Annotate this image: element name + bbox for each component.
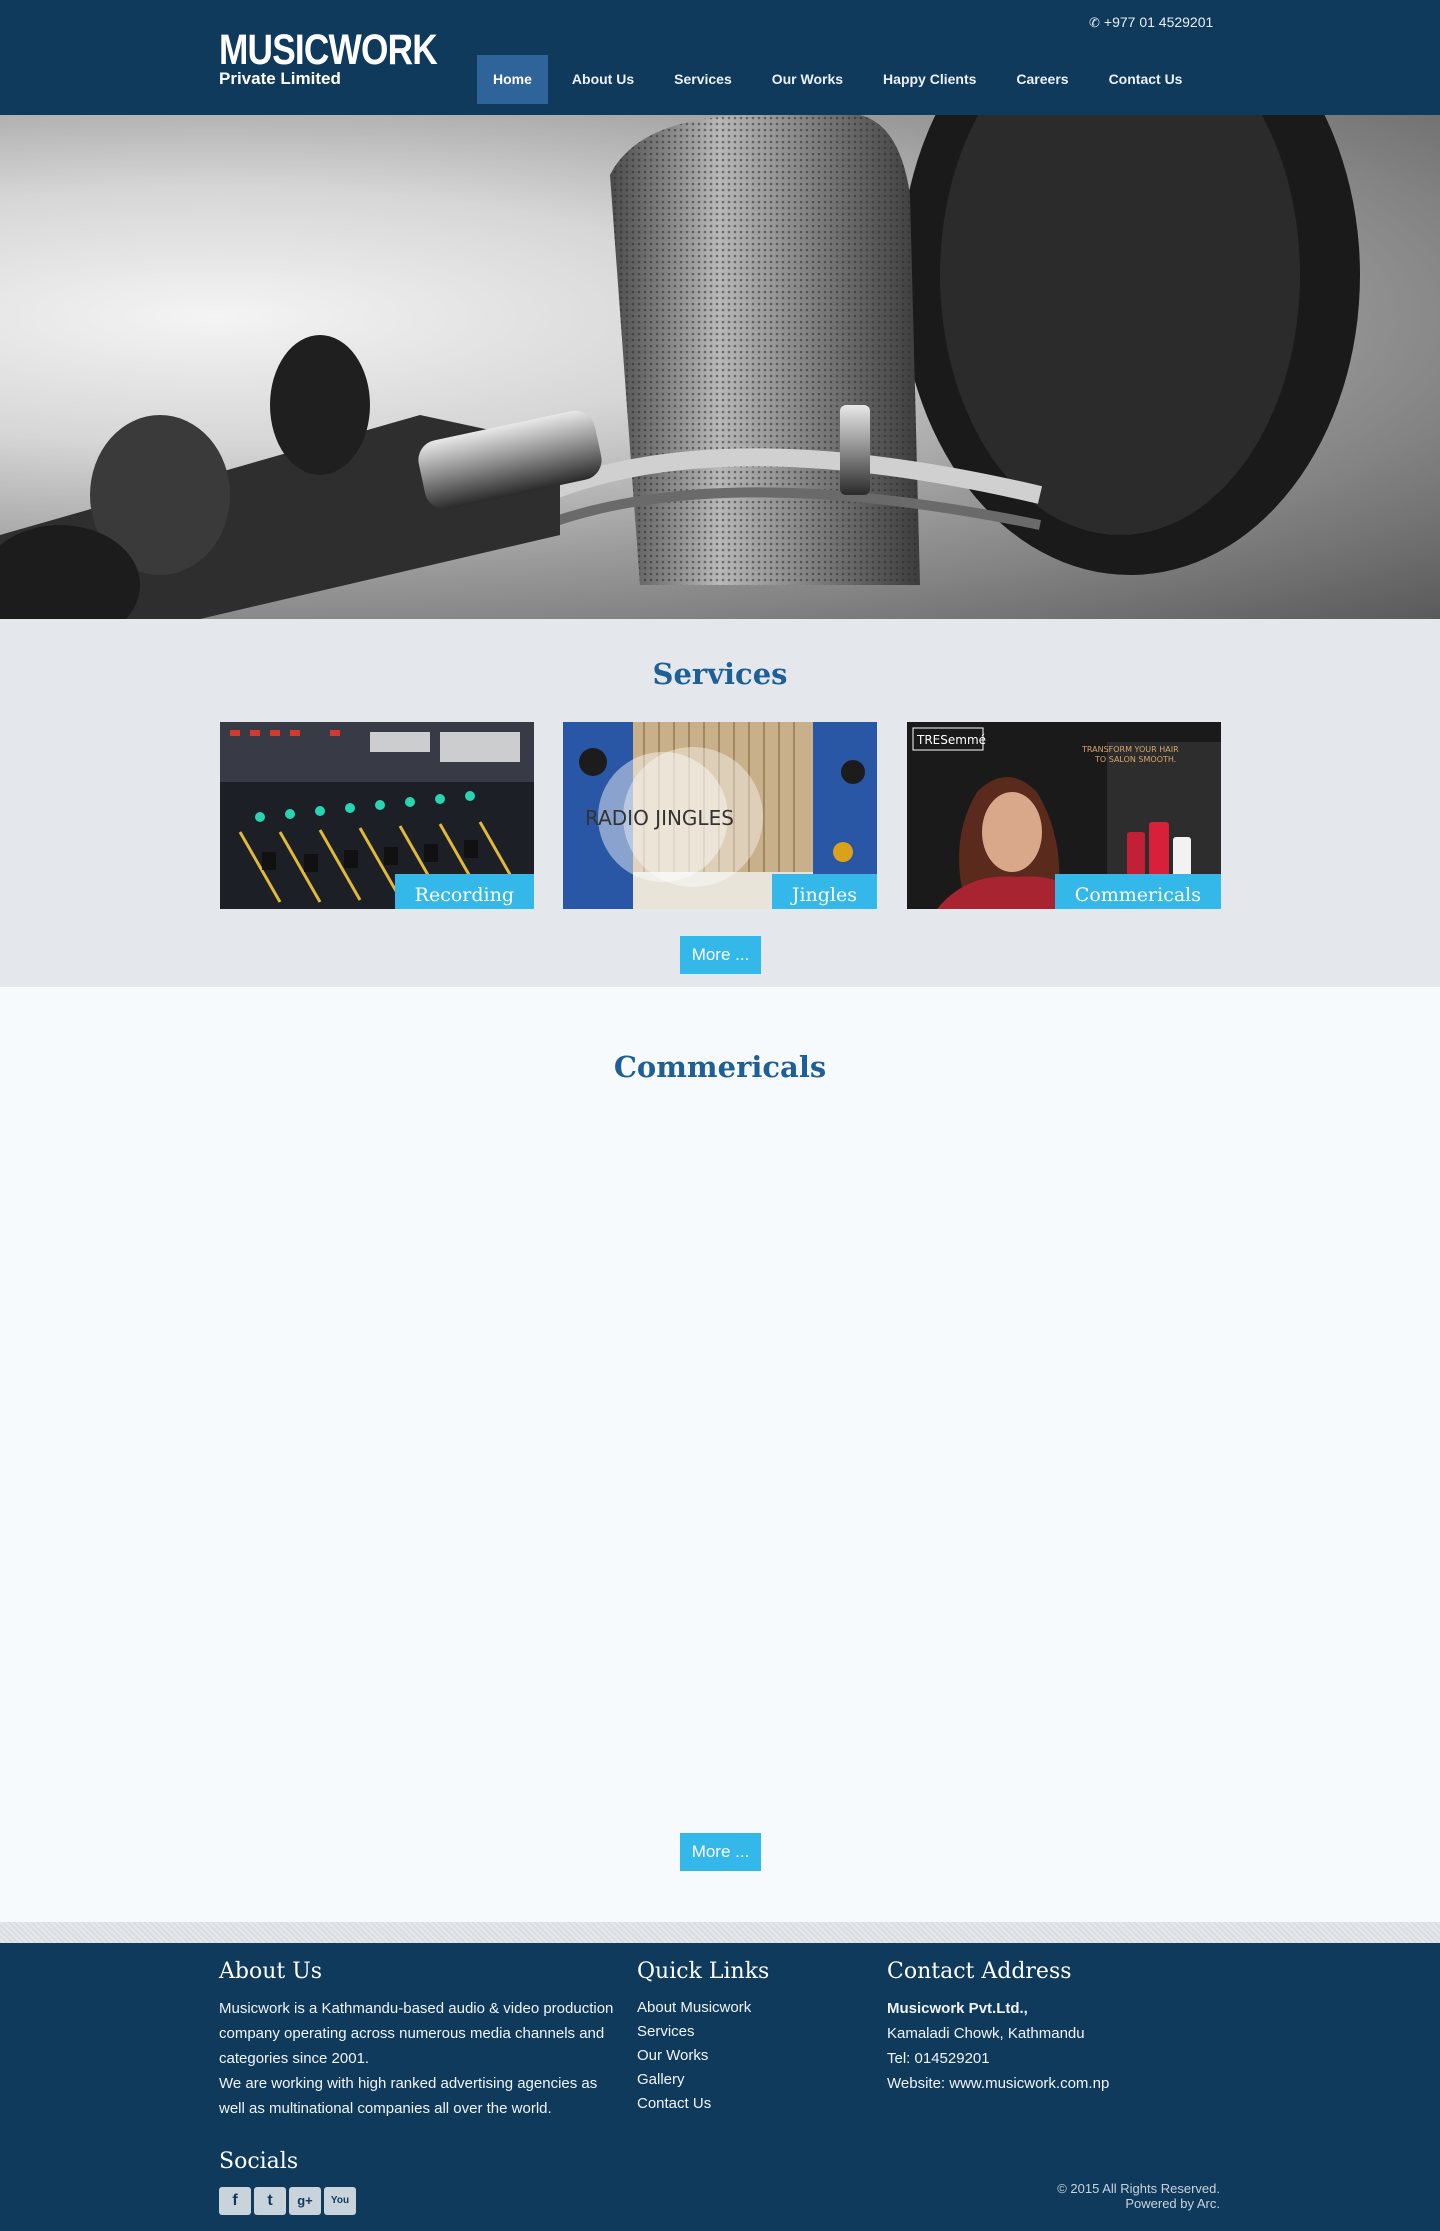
nav-item-about-us[interactable]: About Us — [556, 55, 650, 104]
footer-copyright: © 2015 All Rights Reserved. Powered by A… — [1057, 2181, 1220, 2211]
footer-divider-strip — [0, 1922, 1440, 1943]
copyright-text: © 2015 All Rights Reserved. — [1057, 2181, 1220, 2196]
radio-jingles-text: RADIO JINGLES — [585, 806, 734, 830]
ad-headline-2: TO SALON SMOOTH. — [1094, 755, 1176, 764]
google-plus-icon[interactable]: g+ — [289, 2187, 321, 2215]
footer-tel: Tel: 014529201 — [887, 2050, 990, 2067]
logo-wordmark: MUSICWORK — [219, 26, 438, 74]
nav-item-home[interactable]: Home — [477, 55, 548, 104]
nav-item-services[interactable]: Services — [658, 55, 748, 104]
services-title: Services — [652, 657, 788, 691]
site-header: MUSICWORK Private Limited ✆ +977 01 45292… — [0, 0, 1440, 115]
nav-item-happy-clients[interactable]: Happy Clients — [867, 55, 992, 104]
commericals-title: Commericals — [613, 1050, 827, 1084]
service-label-recording: Recording — [394, 874, 534, 909]
quick-link-about-musicwork[interactable]: About Musicwork — [637, 1996, 751, 2020]
service-card-recording[interactable]: Recording — [220, 722, 534, 909]
ad-headline-1: TRANSFORM YOUR HAIR — [1081, 745, 1179, 754]
quick-link-our-works[interactable]: Our Works — [637, 2044, 751, 2068]
footer-about-paragraph-2: We are working with high ranked advertis… — [219, 2075, 598, 2117]
footer-quick-links: About Musicwork Services Our Works Galle… — [637, 1996, 751, 2116]
site-footer: About Us Musicwork is a Kathmandu-based … — [0, 1943, 1440, 2231]
social-links: f t g+ You — [219, 2187, 359, 2215]
facebook-icon[interactable]: f — [219, 2187, 251, 2215]
quick-link-contact-us[interactable]: Contact Us — [637, 2092, 751, 2116]
footer-website[interactable]: Website: www.musicwork.com.np — [887, 2071, 1207, 2096]
commericals-section: Commericals More ... — [0, 987, 1440, 1922]
service-card-commericals[interactable]: TRESemmé TRANSFORM YOUR HAIR TO SALON SM… — [907, 722, 1221, 909]
service-label-commericals: Commericals — [1054, 874, 1221, 909]
header-phone[interactable]: ✆ +977 01 4529201 — [1089, 14, 1213, 31]
service-label-jingles: Jingles — [771, 874, 877, 909]
services-section: Services Recording RADIO JINGLES Jingles… — [0, 619, 1440, 987]
powered-by-text[interactable]: Powered by Arc. — [1057, 2196, 1220, 2211]
commericals-more-button[interactable]: More ... — [680, 1833, 761, 1871]
footer-contact-title: Contact Address — [887, 1959, 1072, 1984]
footer-address: Kamaladi Chowk, Kathmandu — [887, 2025, 1085, 2042]
nav-item-contact-us[interactable]: Contact Us — [1093, 55, 1199, 104]
quick-link-gallery[interactable]: Gallery — [637, 2068, 751, 2092]
site-logo[interactable]: MUSICWORK Private Limited — [219, 26, 485, 88]
nav-item-our-works[interactable]: Our Works — [756, 55, 859, 104]
footer-quick-links-title: Quick Links — [637, 1959, 770, 1984]
phone-icon: ✆ — [1089, 15, 1100, 30]
footer-about-text: Musicwork is a Kathmandu-based audio & v… — [219, 1996, 619, 2121]
services-more-button[interactable]: More ... — [680, 936, 761, 974]
twitter-icon[interactable]: t — [254, 2187, 286, 2215]
footer-company-name: Musicwork Pvt.Ltd., — [887, 2000, 1028, 2017]
footer-socials-title: Socials — [219, 2149, 299, 2174]
microphone-image — [0, 115, 1360, 619]
main-nav: Home About Us Services Our Works Happy C… — [477, 55, 1206, 104]
footer-about-title: About Us — [219, 1959, 323, 1984]
youtube-icon[interactable]: You — [324, 2187, 356, 2215]
nav-item-careers[interactable]: Careers — [1000, 55, 1084, 104]
footer-contact-block: Musicwork Pvt.Ltd., Kamaladi Chowk, Kath… — [887, 1996, 1207, 2096]
tresemme-logo-text: TRESemmé — [916, 733, 986, 747]
hero-banner — [0, 115, 1440, 619]
footer-about-paragraph-1: Musicwork is a Kathmandu-based audio & v… — [219, 2000, 614, 2067]
quick-link-services[interactable]: Services — [637, 2020, 751, 2044]
phone-number: +977 01 4529201 — [1103, 14, 1214, 30]
service-card-jingles[interactable]: RADIO JINGLES Jingles — [563, 722, 877, 909]
